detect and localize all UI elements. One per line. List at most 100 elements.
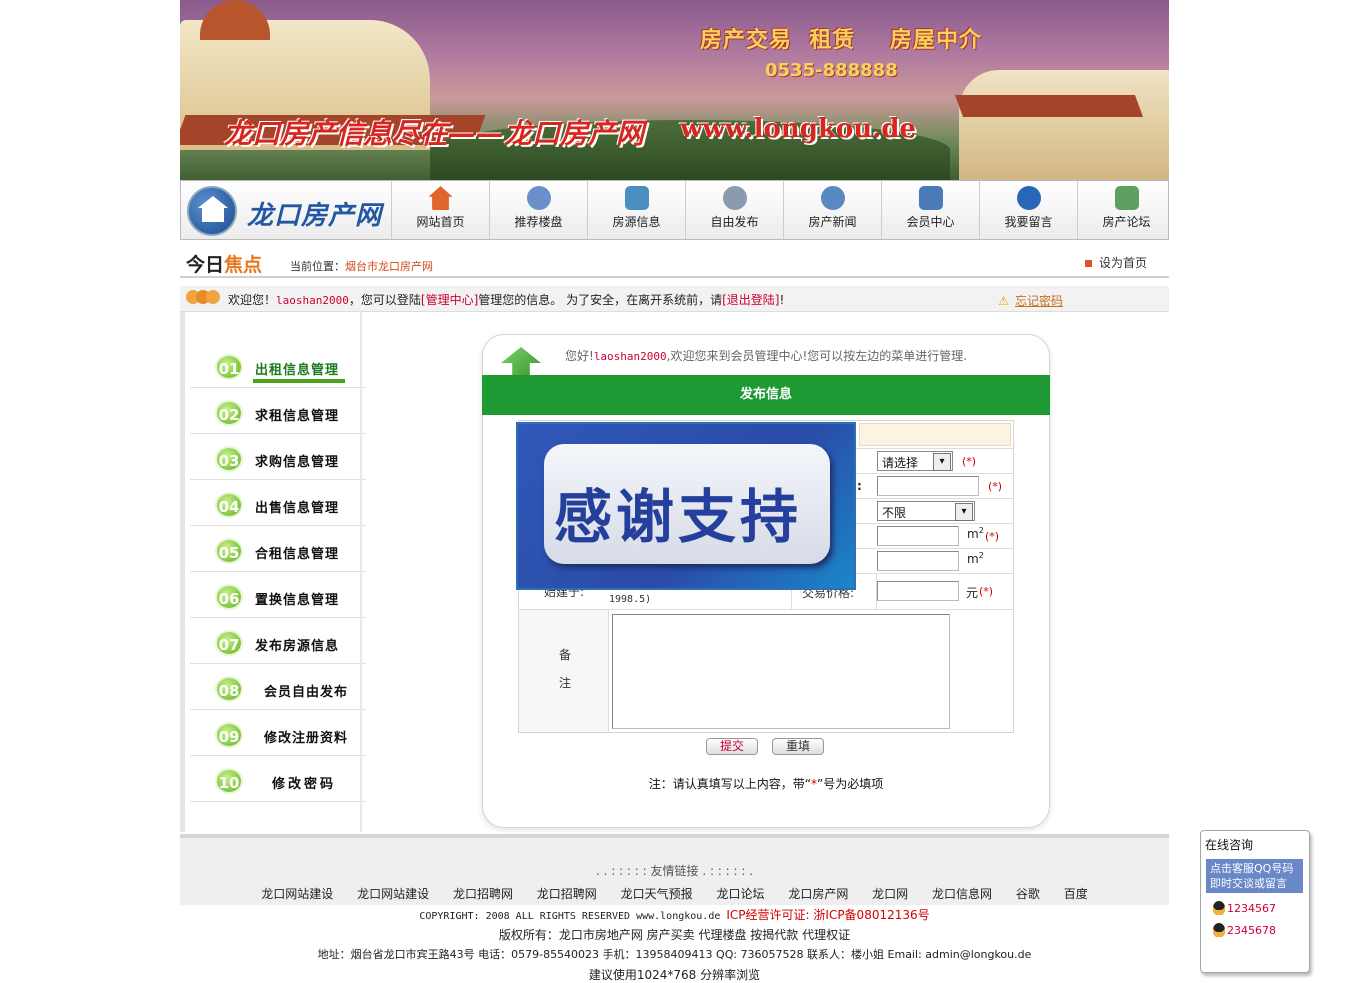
text-input[interactable] (877, 476, 979, 496)
site-logo[interactable]: 龙口房产网 (187, 185, 387, 237)
sidebar-item-rent-out[interactable]: 01 出租信息管理 (190, 342, 366, 388)
banner-slogan: 龙口房产信息尽在——龙口房产网 (224, 117, 645, 150)
main-nav: 龙口房产网 网站首页 推荐楼盘 房源信息 自由发布 房产新闻 会员中心 我要留言… (180, 180, 1169, 240)
gamepad-icon (526, 186, 551, 210)
chat-title: 在线咨询 (1205, 838, 1254, 852)
sidebar-item-label: 求购信息管理 (255, 455, 340, 470)
sidebar-item-number: 04 (215, 492, 243, 518)
thanks-text: 感谢支持 (554, 483, 803, 551)
sidebar-item-label: 发布房源信息 (255, 639, 340, 654)
unit-sup: 2 (978, 526, 984, 535)
friend-link[interactable]: 龙口网站建设 (261, 887, 333, 901)
nav-item-home[interactable]: 网站首页 (391, 181, 489, 239)
sidebar-item-exchange[interactable]: 06 置换信息管理 (190, 572, 366, 618)
sidebar-item-label: 修改注册资料 (264, 731, 349, 746)
logout-link[interactable]: [退出登陆] (722, 293, 779, 307)
required-mark: (*) (985, 530, 1000, 543)
friend-link[interactable]: 龙口论坛 (716, 887, 764, 901)
panel-greeting: 您好!laoshan2000,欢迎您来到会员管理中心!您可以按左边的菜单进行管理… (565, 347, 967, 364)
banner-url: www.longkou.de (680, 114, 916, 144)
welcome-text: 欢迎您！laoshan2000，您可以登陆[管理中心]管理您的信息。 为了安全，… (228, 291, 784, 308)
picture-icon (1114, 186, 1139, 210)
breadcrumb-label: 当前位置： (290, 260, 345, 273)
sidebar-item-want-rent[interactable]: 02 求租信息管理 (190, 388, 366, 434)
sidebar-item-number: 10 (215, 768, 243, 794)
sidebar-item-want-buy[interactable]: 03 求购信息管理 (190, 434, 366, 480)
sidebar-item-edit-profile[interactable]: 09 修改注册资料 (190, 710, 366, 756)
sidebar-item-number: 07 (215, 630, 243, 656)
nav-item-news[interactable]: 房产新闻 (783, 181, 881, 239)
sidebar-item-publish[interactable]: 07 发布房源信息 (190, 618, 366, 664)
submit-button[interactable]: 提交 (706, 738, 758, 755)
banner-services: 房产交易 租赁 房屋中介 (700, 28, 982, 53)
friend-link[interactable]: 龙口招聘网 (537, 887, 597, 901)
set-homepage-link[interactable]: 设为首页 (1085, 254, 1147, 271)
unit-m: m (967, 552, 979, 566)
sidebar-item-label: 会员自由发布 (264, 685, 349, 700)
friend-link[interactable]: 谷歌 (1016, 887, 1040, 901)
room-select[interactable]: 不限 (877, 501, 975, 521)
required-mark: (*) (979, 585, 994, 598)
greeting-prefix: 您好! (565, 349, 594, 363)
forgot-password-link[interactable]: 忘记密码 (998, 292, 1063, 309)
sidebar-divider (360, 312, 362, 832)
qq-contact-2[interactable]: 2345678 (1213, 923, 1276, 937)
rights-line: 版权所有：龙口市房地产网 房产买卖 代理楼盘 按揭代款 代理权证 (498, 928, 851, 942)
friend-links: 龙口网站建设 龙口网站建设 龙口招聘网 龙口招聘网 龙口天气预报 龙口论坛 龙口… (180, 885, 1169, 902)
nav-item-recommended[interactable]: 推荐楼盘 (489, 181, 587, 239)
sidebar-item-free-publish[interactable]: 08 会员自由发布 (190, 664, 366, 710)
browse-hint: 建议使用1024*768 分辨率浏览 (588, 968, 761, 982)
area-input[interactable] (877, 526, 959, 546)
welcome-end: ! (779, 293, 785, 307)
sidebar-item-number: 01 (215, 354, 243, 380)
friend-link[interactable]: 龙口招聘网 (453, 887, 513, 901)
nav-item-forum[interactable]: 房产论坛 (1077, 181, 1175, 239)
nav-item-member[interactable]: 会员中心 (881, 181, 979, 239)
form-highlight-cell (859, 423, 1011, 446)
friend-link[interactable]: 龙口房产网 (788, 887, 848, 901)
focus-title: 今日焦点 (186, 250, 262, 277)
sidebar-item-label: 出售信息管理 (255, 501, 340, 516)
property-type-select[interactable]: 请选择 (877, 451, 953, 471)
welcome-bar: 欢迎您！laoshan2000，您可以登陆[管理中心]管理您的信息。 为了安全，… (180, 286, 1169, 312)
sidebar-item-change-password[interactable]: 10 修改密码 (190, 756, 366, 802)
nav-item-message[interactable]: 我要留言 (979, 181, 1077, 239)
sidebar-item-number: 03 (215, 446, 243, 472)
sidebar-item-number: 09 (215, 722, 243, 748)
copyright-text: COPYRIGHT: 2008 ALL RIGHTS RESERVED www.… (419, 911, 727, 922)
nav-label: 推荐楼盘 (514, 215, 563, 229)
nav-item-listings[interactable]: 房源信息 (587, 181, 685, 239)
banner-phone: 0535-888888 (765, 60, 898, 81)
usable-area-input[interactable] (877, 551, 959, 571)
sidebar-item-share-rent[interactable]: 05 合租信息管理 (190, 526, 366, 572)
friend-link[interactable]: 百度 (1064, 887, 1088, 901)
nav-item-free-post[interactable]: 自由发布 (685, 181, 783, 239)
note-text-a: 注：请认真填写以上内容，带“ (648, 777, 811, 791)
welcome-mid: ，您可以登陆 (348, 293, 421, 307)
note-text-b: ”号为必填项 (817, 777, 884, 791)
remark-label-2: 注 (559, 676, 572, 690)
friend-link[interactable]: 龙口网站建设 (357, 887, 429, 901)
camera-icon (624, 186, 649, 210)
breadcrumb-link[interactable]: 烟台市龙口房产网 (345, 260, 433, 273)
panel-heading: 发布信息 (482, 375, 1050, 415)
greeting-text: ,欢迎您来到会员管理中心!您可以按左边的菜单进行管理. (666, 349, 968, 363)
friend-link[interactable]: 龙口信息网 (932, 887, 992, 901)
nav-items: 网站首页 推荐楼盘 房源信息 自由发布 房产新闻 会员中心 我要留言 房产论坛 (391, 181, 1175, 239)
online-chat-widget: 在线咨询 点击客服QQ号码 即时交谈或留言 1234567 2345678 (1200, 830, 1310, 973)
friend-link[interactable]: 龙口网 (872, 887, 908, 901)
friend-link[interactable]: 龙口天气预报 (621, 887, 693, 901)
remark-textarea[interactable] (612, 614, 950, 729)
qq-contact-1[interactable]: 1234567 (1213, 901, 1276, 915)
sidebar-item-sale[interactable]: 04 出售信息管理 (190, 480, 366, 526)
logo-text: 龙口房产网 (247, 201, 383, 231)
sidebar-item-label: 求租信息管理 (255, 409, 340, 424)
reset-button[interactable]: 重填 (772, 738, 824, 755)
chat-icon (1016, 186, 1041, 210)
manage-center-link[interactable]: [管理中心] (421, 293, 478, 307)
price-input[interactable] (877, 581, 959, 601)
friend-links-title: . . : : : : : 友情链接 . : : : : : . (595, 864, 754, 878)
welcome-username: laoshan2000 (276, 294, 349, 307)
remark-label-cell: 备 注 (519, 610, 609, 732)
copyright-line: COPYRIGHT: 2008 ALL RIGHTS RESERVED www.… (180, 905, 1169, 925)
